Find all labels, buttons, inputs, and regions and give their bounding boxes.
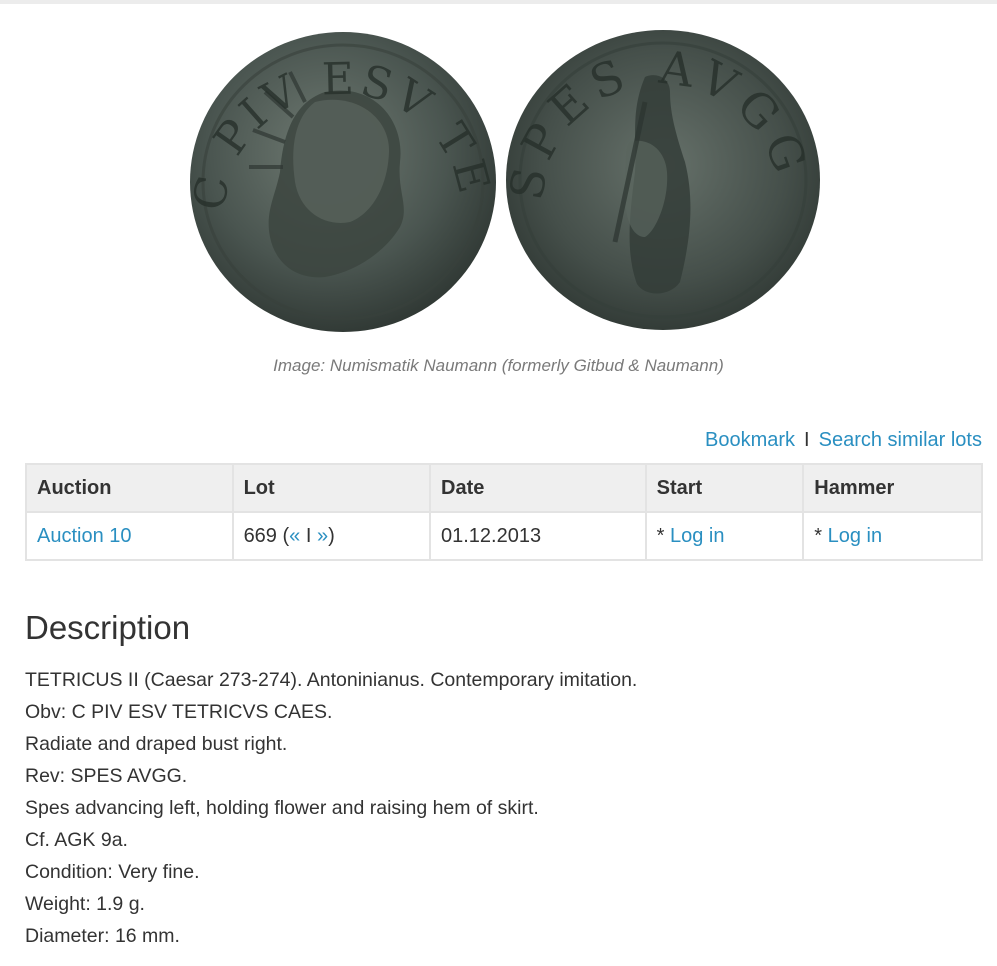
image-caption: Image: Numismatik Naumann (formerly Gitb… [273, 356, 724, 375]
description-line: TETRICUS II (Caesar 273-274). Antoninian… [25, 669, 638, 691]
hammer-login-link[interactable]: Log in [828, 525, 883, 547]
bookmark-link[interactable]: Bookmark [705, 429, 795, 451]
header-lot: Lot [231, 463, 432, 513]
lot-actions: Bookmark I Search similar lots [705, 429, 982, 452]
header-hammer: Hammer [802, 463, 983, 513]
description-line: Radiate and draped bust right. [25, 733, 288, 755]
start-login-link[interactable]: Log in [670, 525, 725, 547]
header-start: Start [644, 463, 805, 513]
auction-cell: Auction 10 [25, 511, 234, 561]
lot-close-paren: ) [328, 524, 335, 547]
start-cell: * Log in [644, 511, 805, 561]
table-row: Auction 10 669 (« I ») 01.12.2013 * Log … [25, 511, 983, 561]
description-line: Cf. AGK 9a. [25, 829, 128, 851]
coin-image: C PIV ESV TETRICVS CAES SPES AVGG [175, 22, 820, 332]
lot-nav-separator: I [300, 524, 317, 547]
description-line: Condition: Very fine. [25, 861, 200, 883]
hammer-cell: * Log in [802, 511, 983, 561]
prev-lot-link[interactable]: « [289, 525, 300, 547]
description-line: Diameter: 16 mm. [25, 925, 180, 947]
auction-table: Auction Lot Date Start Hammer Auction 10… [25, 463, 983, 561]
description-text: TETRICUS II (Caesar 273-274). Antoninian… [25, 664, 637, 952]
start-prefix: * [656, 524, 670, 547]
lot-number: 669 ( [243, 524, 290, 547]
lot-cell: 669 (« I ») [231, 511, 432, 561]
header-date: Date [429, 463, 647, 513]
description-line: Obv: C PIV ESV TETRICVS CAES. [25, 701, 333, 723]
description-line: Weight: 1.9 g. [25, 893, 145, 915]
description-heading: Description [25, 609, 191, 646]
header-auction: Auction [25, 463, 234, 513]
table-header-row: Auction Lot Date Start Hammer [25, 463, 983, 513]
description-line: Rev: SPES AVGG. [25, 765, 188, 787]
top-divider [0, 0, 997, 4]
search-similar-link[interactable]: Search similar lots [819, 429, 982, 451]
auction-link[interactable]: Auction 10 [37, 525, 132, 547]
next-lot-link[interactable]: » [317, 525, 328, 547]
hammer-prefix: * [814, 524, 828, 547]
action-separator: I [804, 429, 810, 451]
description-line: Spes advancing left, holding flower and … [25, 797, 539, 819]
reverse-coin: SPES AVGG [499, 30, 820, 330]
obverse-coin: C PIV ESV TETRICVS CAES [175, 22, 496, 332]
date-cell: 01.12.2013 [429, 511, 647, 561]
